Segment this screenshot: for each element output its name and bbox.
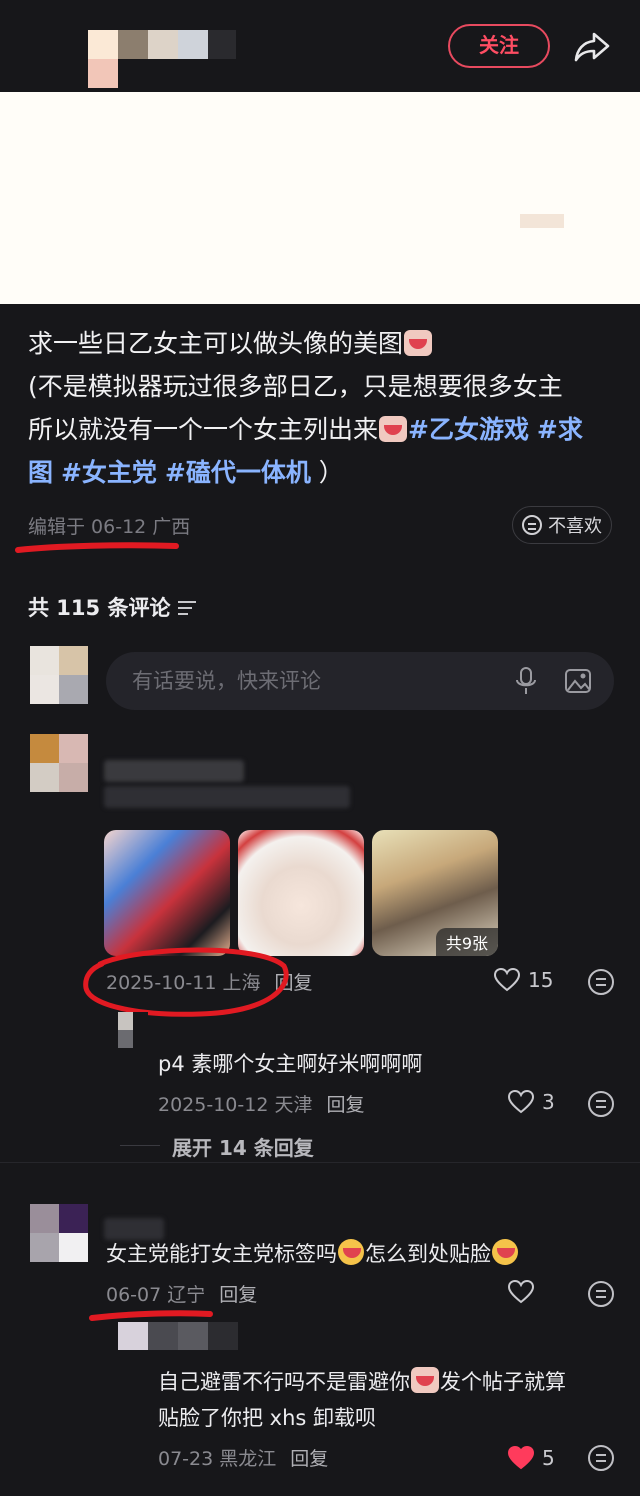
comment-text-a: 女主党能打女主党标签吗 <box>106 1242 337 1266</box>
reply-text-a: 自己避雷不行吗不是雷避你 <box>158 1370 410 1394</box>
top-bar: 关注 <box>0 0 640 92</box>
reply-text: p4 素哪个女主啊好米啊啊啊 <box>158 1052 423 1076</box>
neutral-face-icon <box>522 515 542 535</box>
author-avatar[interactable] <box>88 30 236 88</box>
reaction-icon[interactable] <box>588 1091 614 1117</box>
post-edit-info: 编辑于 06-12 广西 <box>28 516 191 538</box>
comment-input[interactable] <box>132 666 492 696</box>
reply-text-c: 贴脸了你把 xhs 卸载呗 <box>158 1406 377 1430</box>
follow-button[interactable]: 关注 <box>448 24 550 68</box>
comment-count-label: 共 115 条评论 <box>28 596 171 620</box>
reply-button[interactable]: 回复 <box>290 1448 328 1470</box>
reaction-icon[interactable] <box>588 969 614 995</box>
hashtag-heroine-fans[interactable]: #女主党 <box>61 458 157 487</box>
comment-text-blurred <box>104 786 350 808</box>
like-count: 5 <box>542 1446 555 1470</box>
shocked-emoji-icon <box>404 330 433 356</box>
like-count: 15 <box>528 968 554 992</box>
image-count-badge: 共9张 <box>435 928 498 956</box>
heart-icon <box>508 1280 534 1304</box>
microphone-icon[interactable] <box>514 666 538 696</box>
comment-date-location: 06-07 辽宁 <box>106 1284 206 1306</box>
dislike-label: 不喜欢 <box>548 516 602 537</box>
comment-image-2[interactable] <box>238 830 364 956</box>
reply-date-location: 2025-10-12 天津 <box>158 1094 313 1116</box>
share-arrow-icon[interactable] <box>572 26 612 66</box>
sort-icon[interactable] <box>178 599 197 615</box>
reply-meta: 2025-10-12 天津 回复 <box>158 1090 364 1117</box>
smiling-emoji-icon <box>492 1239 518 1265</box>
hashtag-request[interactable]: #求 <box>537 415 583 444</box>
like-button[interactable]: 3 <box>508 1090 555 1114</box>
reply-text: 自己避雷不行吗不是雷避你 发个帖子就算 贴脸了你把 xhs 卸载呗 <box>158 1364 618 1436</box>
comment-date-location: 2025-10-11 上海 <box>106 972 261 994</box>
red-underline-annotation <box>15 542 179 553</box>
reaction-icon[interactable] <box>588 1281 614 1307</box>
my-avatar[interactable] <box>30 646 88 704</box>
heart-filled-icon <box>508 1446 534 1470</box>
expand-replies-button[interactable]: 展开 14 条回复 <box>172 1132 314 1161</box>
post-body: 求一些日乙女主可以做头像的美图 (不是模拟器玩过很多部日乙，只是想要很多女主 所… <box>28 322 618 494</box>
comment-image-3[interactable]: 共9张 <box>372 830 498 956</box>
reply-button[interactable]: 回复 <box>274 972 312 994</box>
crying-emoji-icon <box>411 1367 439 1393</box>
post-title: 求一些日乙女主可以做头像的美图 <box>28 329 404 358</box>
comment-text-b: 怎么到处贴脸 <box>365 1242 491 1266</box>
comment-meta: 06-07 辽宁 回复 <box>106 1280 257 1307</box>
heart-icon <box>508 1090 534 1114</box>
comment-image-1[interactable] <box>104 830 230 956</box>
comment-input-box[interactable] <box>106 652 614 710</box>
reply-text-b: 发个帖子就算 <box>440 1370 566 1394</box>
reply-button[interactable]: 回复 <box>326 1094 364 1116</box>
image-detail <box>520 214 564 228</box>
heart-icon <box>494 968 520 992</box>
like-button[interactable]: 15 <box>494 968 553 992</box>
like-button[interactable]: 5 <box>508 1446 555 1470</box>
reaction-icon[interactable] <box>588 1445 614 1471</box>
like-count: 3 <box>542 1090 555 1114</box>
comment-divider <box>0 1162 640 1163</box>
post-close-paren: ） <box>318 458 344 487</box>
post-line-2: (不是模拟器玩过很多部日乙，只是想要很多女主 <box>28 372 563 401</box>
commenter-avatar[interactable] <box>30 734 88 792</box>
image-upload-icon[interactable] <box>564 668 592 694</box>
expand-divider <box>120 1145 160 1146</box>
dislike-button[interactable]: 不喜欢 <box>512 506 612 544</box>
smiling-emoji-icon <box>338 1239 364 1265</box>
replier-avatar[interactable] <box>118 1322 238 1350</box>
replier-avatar[interactable] <box>118 1012 148 1048</box>
post-image[interactable] <box>0 92 640 304</box>
hashtag-request-cont[interactable]: 图 <box>28 458 53 487</box>
comment-count[interactable]: 共 115 条评论 <box>28 592 197 622</box>
comment-text: 女主党能打女主党标签吗 怎么到处贴脸 <box>106 1236 519 1272</box>
reply-date-location: 07-23 黑龙江 <box>158 1448 277 1470</box>
crying-emoji-icon <box>379 416 408 442</box>
hashtag-otome-game[interactable]: #乙女游戏 <box>408 415 529 444</box>
hashtag-ship-self[interactable]: #磕代一体机 <box>165 458 311 487</box>
commenter-name[interactable] <box>104 760 244 782</box>
commenter-avatar[interactable] <box>30 1204 88 1262</box>
comment-meta: 2025-10-11 上海 回复 <box>106 968 312 995</box>
like-button[interactable] <box>508 1280 534 1304</box>
reply-button[interactable]: 回复 <box>219 1284 257 1306</box>
reply-meta: 07-23 黑龙江 回复 <box>158 1444 328 1471</box>
post-line-3: 所以就没有一个一个女主列出来 <box>28 415 379 444</box>
